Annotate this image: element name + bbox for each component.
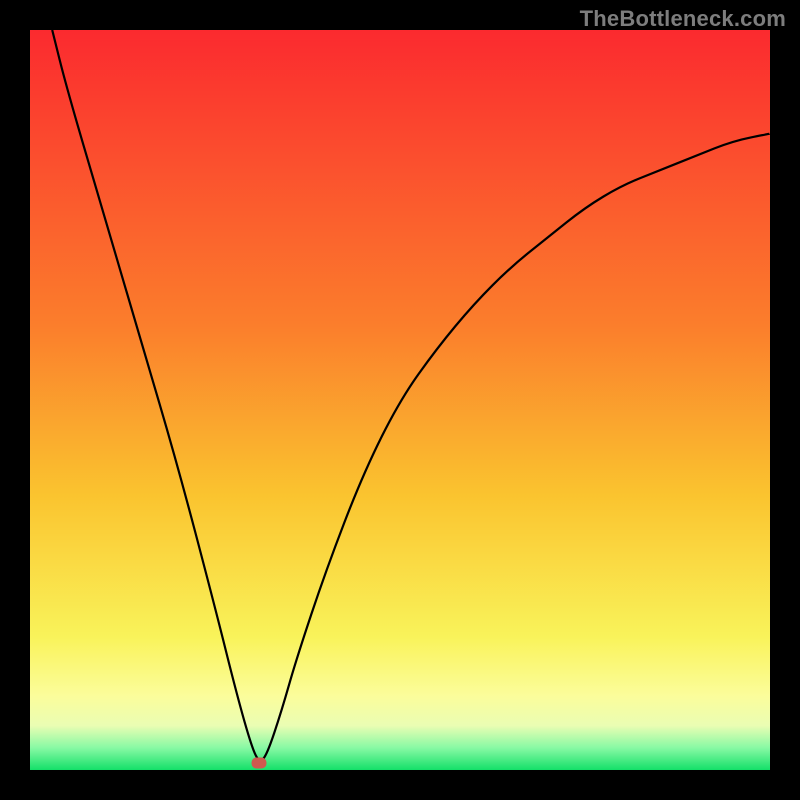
plot-area (30, 30, 770, 770)
bottleneck-curve-path (52, 30, 770, 760)
watermark-text: TheBottleneck.com (580, 6, 786, 32)
curve-svg (30, 30, 770, 770)
chart-frame: TheBottleneck.com (0, 0, 800, 800)
minimum-marker (252, 757, 267, 768)
